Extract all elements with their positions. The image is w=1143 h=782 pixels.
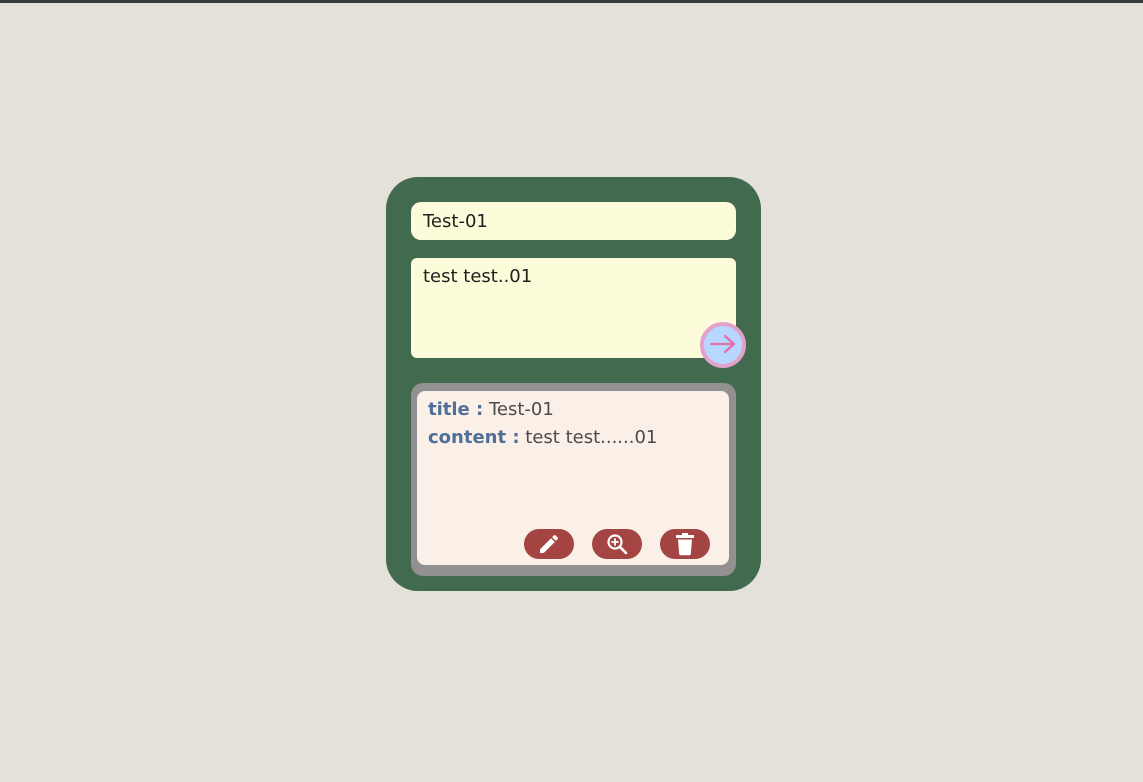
trash-icon	[674, 532, 696, 556]
note-content-row: content : test test......01	[428, 424, 718, 452]
note-actions	[417, 529, 729, 559]
note-content-label: content :	[428, 427, 520, 448]
note-title-label: title :	[428, 399, 484, 420]
note-title-value: Test-01	[488, 399, 554, 420]
note-content-value: test test......01	[525, 427, 658, 448]
note-title-row: title : Test-01	[428, 396, 718, 424]
zoom-in-icon	[605, 532, 629, 556]
pencil-icon	[537, 532, 561, 556]
note-card: test test..01 title : Test-01 content : …	[386, 177, 761, 591]
submit-button[interactable]	[700, 322, 746, 368]
view-button[interactable]	[592, 529, 642, 559]
title-input[interactable]	[411, 202, 736, 240]
content-input[interactable]: test test..01	[411, 258, 736, 358]
edit-button[interactable]	[524, 529, 574, 559]
arrow-right-icon	[709, 334, 737, 357]
delete-button[interactable]	[660, 529, 710, 559]
window-top-border	[0, 0, 1143, 3]
note-item-frame: title : Test-01 content : test test.....…	[411, 383, 736, 576]
note-item: title : Test-01 content : test test.....…	[417, 391, 729, 565]
